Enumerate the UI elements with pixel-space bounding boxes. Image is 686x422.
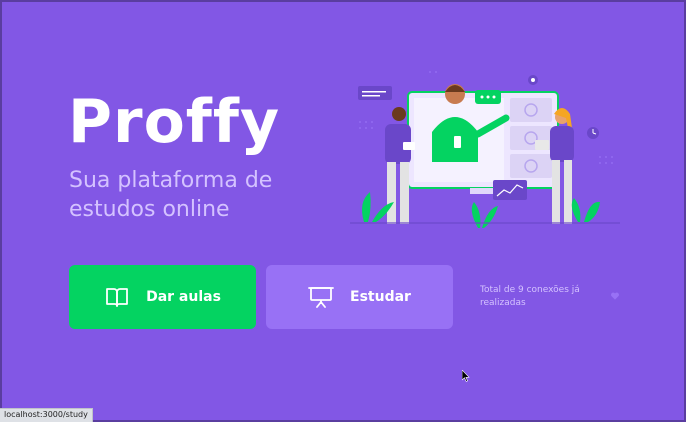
- presentation-board-icon: [308, 286, 334, 308]
- browser-status-url: localhost:3000/study: [0, 408, 93, 422]
- landing-illustration: [350, 71, 620, 228]
- give-classes-button[interactable]: Dar aulas: [69, 265, 256, 329]
- total-connections-text: Total de 9 conexões já realizadas: [480, 285, 580, 308]
- heart-icon: [611, 292, 619, 300]
- mouse-cursor-icon: [462, 370, 470, 382]
- proffy-logo: Proffy: [68, 87, 281, 157]
- give-classes-label: Dar aulas: [146, 289, 221, 305]
- hero-tagline: Sua plataforma de estudos online: [69, 168, 273, 222]
- study-button[interactable]: Estudar: [266, 265, 453, 329]
- study-label: Estudar: [350, 289, 411, 305]
- book-icon: [104, 286, 130, 308]
